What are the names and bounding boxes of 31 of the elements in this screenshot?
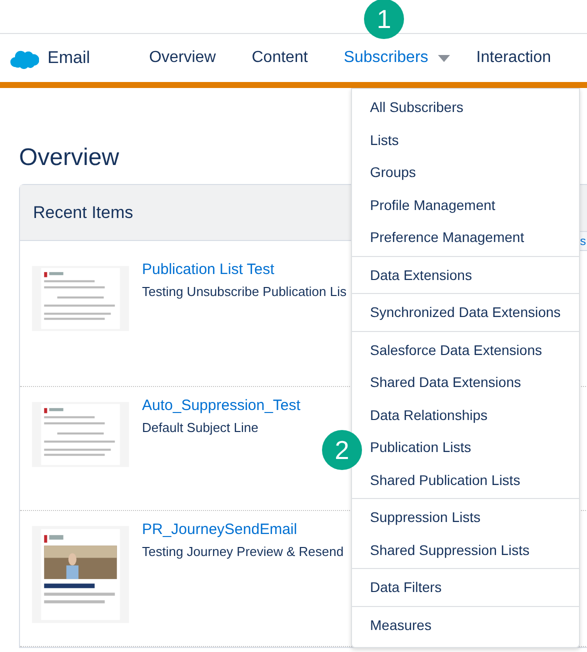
menu-item[interactable]: Groups: [363, 156, 579, 188]
callout-badge: 2: [322, 430, 362, 470]
menu-item[interactable]: Lists: [363, 124, 579, 156]
nav-tab[interactable]: Content: [252, 49, 308, 67]
item-subject: Testing Unsubscribe Publication Lis: [142, 284, 346, 299]
item-link[interactable]: Auto_Suppression_Test: [142, 397, 300, 414]
menu-item[interactable]: Publication Lists: [363, 431, 579, 464]
nav-tab[interactable]: Interaction: [476, 49, 551, 67]
app-name: Email: [48, 48, 90, 68]
callout-badge: 1: [364, 0, 404, 39]
menu-item[interactable]: Measures: [363, 608, 579, 641]
menu-item[interactable]: Synchronized Data Extensions: [363, 296, 579, 328]
menu-item[interactable]: Data Filters: [363, 571, 579, 604]
menu-item[interactable]: Shared Data Extensions: [363, 366, 579, 398]
menu-item[interactable]: Shared Publication Lists: [363, 464, 579, 496]
item-subject: Default Subject Line: [142, 420, 260, 435]
item-link[interactable]: PR_JourneySendEmail: [142, 521, 344, 538]
nav-tab[interactable]: Overview: [149, 49, 216, 67]
menu-item[interactable]: Preference Management: [363, 221, 579, 254]
menu-item[interactable]: Profile Management: [363, 188, 579, 221]
menu-item[interactable]: Shared Suppression Lists: [363, 534, 579, 566]
page-title: Overview: [19, 144, 120, 172]
menu-item[interactable]: Data Relationships: [363, 398, 579, 431]
item-subject: Testing Journey Preview & Resend: [142, 544, 344, 559]
menu-item[interactable]: Salesforce Data Extensions: [363, 334, 579, 366]
menu-item[interactable]: Data Extensions: [363, 258, 579, 291]
menu-item[interactable]: All Subscribers: [363, 91, 579, 124]
menu-item[interactable]: Suppression Lists: [363, 501, 579, 534]
card-title: Recent Items: [33, 202, 134, 222]
nav-tab[interactable]: Subscribers: [344, 49, 450, 67]
item-link[interactable]: Publication List Test: [142, 261, 346, 278]
